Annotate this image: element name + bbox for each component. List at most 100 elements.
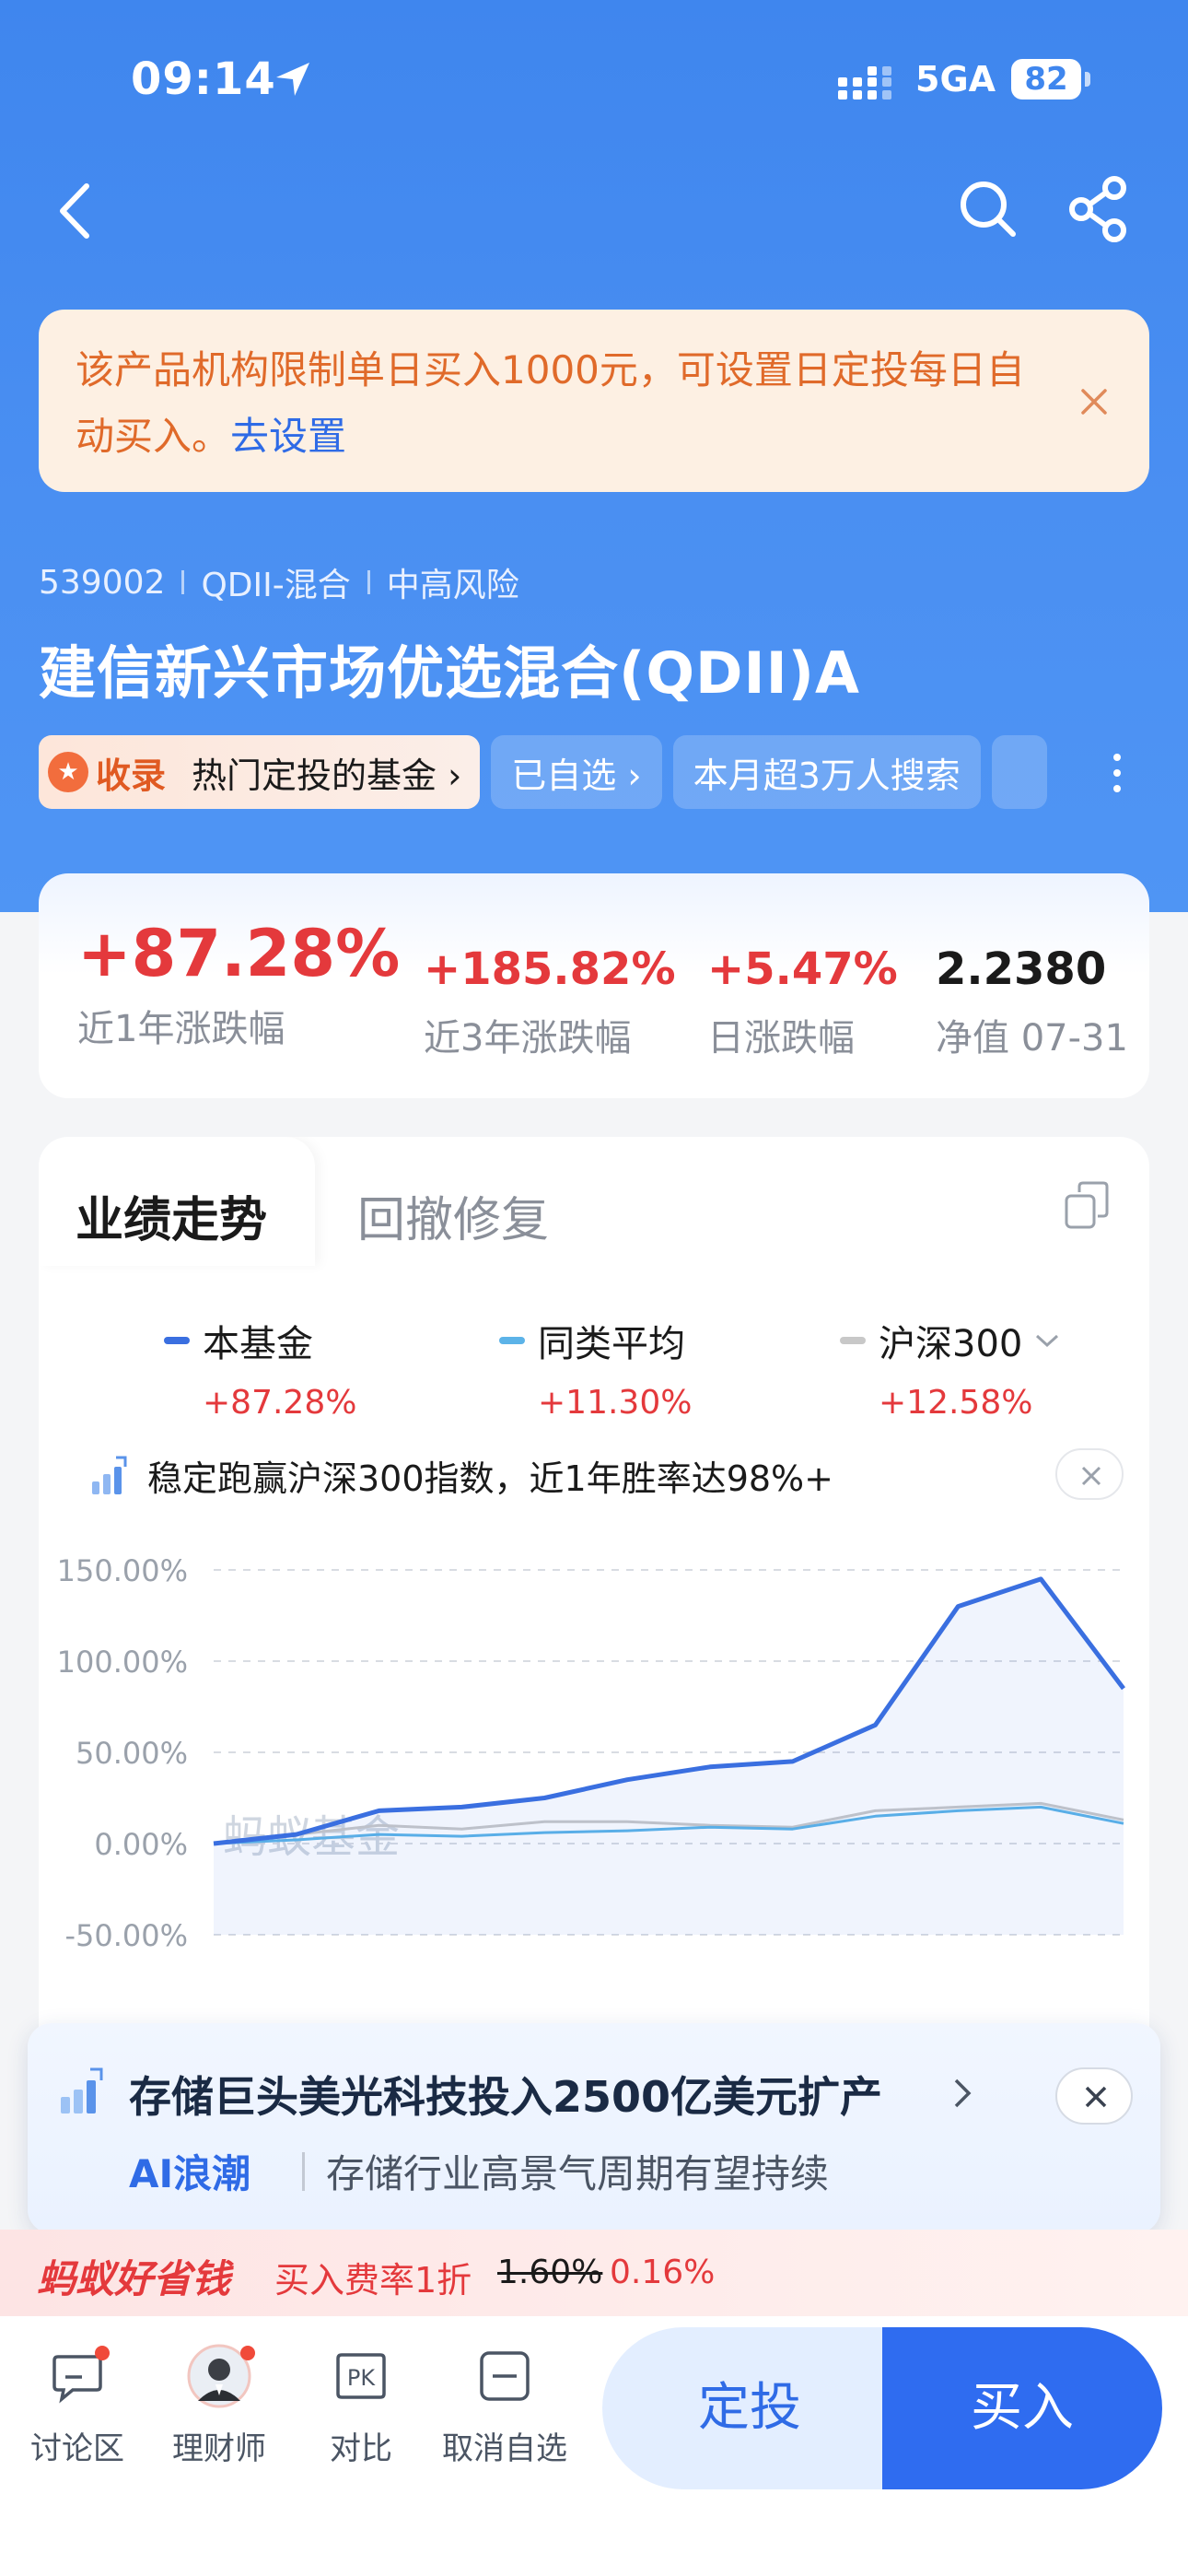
news-title[interactable]: 存储巨头美光科技投入2500亿美元扩产 xyxy=(129,2064,882,2125)
fund-meta: 539002 QDII-混合 中高风险 xyxy=(39,558,519,606)
star-icon: ★ xyxy=(48,752,88,792)
discussion-label: 讨论区 xyxy=(30,2430,124,2467)
notice-message: 该产品机构限制单日买入1000元，可设置日定投每日自动买入。 xyxy=(76,347,1025,459)
pk-icon: PK xyxy=(336,2353,386,2399)
rank-text: 热门定投的基金 › xyxy=(192,755,462,796)
legend-fund-name: 本基金 xyxy=(164,1314,356,1367)
advisor-label: 理财师 xyxy=(172,2430,266,2467)
rank-tag[interactable]: ★ 收录 热门定投的基金 › xyxy=(39,735,481,809)
compare-button[interactable]: PK 对比 xyxy=(287,2344,435,2468)
legend-benchmark-swatch xyxy=(840,1337,866,1344)
close-icon xyxy=(1085,2086,1107,2108)
sip-button[interactable]: 定投 xyxy=(602,2327,897,2489)
fund-category: QDII-混合 xyxy=(201,567,351,604)
notification-dot xyxy=(240,2346,255,2360)
remove-icon-wrap xyxy=(472,2344,537,2408)
legend-peer-name: 同类平均 xyxy=(499,1314,692,1367)
network-type: 5GA xyxy=(915,59,996,100)
promo-rate-text: 买入费率1折 xyxy=(274,2260,472,2301)
chevron-down-icon[interactable] xyxy=(1033,1330,1061,1351)
legend-fund-label: 本基金 xyxy=(203,1323,313,1365)
news-subtitle: 存储行业高景气周期有望持续 xyxy=(326,2151,830,2196)
tab-drawdown-recovery[interactable]: 回撤修复 xyxy=(357,1181,549,1250)
three-year-return-value: +185.82% xyxy=(424,943,676,995)
bottom-action-bar: 讨论区 理财师 PK 对比 取消自选 定投 买入 xyxy=(0,2316,1188,2576)
search-icon[interactable] xyxy=(958,179,1019,240)
y-tick-label: -50.00% xyxy=(64,1918,188,1953)
legend-benchmark-label: 沪深300 xyxy=(879,1323,1023,1365)
tag-overflow xyxy=(991,735,1047,809)
remove-watchlist-label: 取消自选 xyxy=(442,2430,567,2467)
avatar xyxy=(187,2344,255,2408)
performance-card: +87.28% 近1年涨跌幅 +185.82% 近3年涨跌幅 +5.47% 日涨… xyxy=(39,873,1149,1098)
advisor-button[interactable]: 理财师 xyxy=(146,2344,293,2468)
fund-tags: ★ 收录 热门定投的基金 › 已自选 › 本月超3万人搜索 xyxy=(39,735,1171,809)
fund-code: 539002 xyxy=(39,563,166,602)
fund-name: 建信新兴市场优选混合(QDII)A xyxy=(39,639,860,707)
legend-benchmark-name: 沪深300 xyxy=(840,1314,1061,1367)
divider xyxy=(181,570,185,594)
y-tick-label: 0.00% xyxy=(94,1827,188,1862)
buy-button[interactable]: 买入 xyxy=(882,2327,1162,2489)
promo-brand: 蚂蚁好省钱 xyxy=(37,2256,231,2301)
legend-fund-value: +87.28% xyxy=(203,1384,357,1422)
daily-change-value: +5.47% xyxy=(707,943,898,995)
news-popup[interactable]: 存储巨头美光科技投入2500亿美元扩产 AI浪潮 存储行业高景气周期有望持续 xyxy=(28,2023,1160,2233)
more-icon[interactable] xyxy=(1105,750,1129,796)
y-tick-label: 50.00% xyxy=(76,1736,188,1771)
fund-area-fill xyxy=(214,1578,1124,1935)
close-icon[interactable] xyxy=(1076,383,1112,420)
svg-text:PK: PK xyxy=(347,2365,376,2391)
three-year-return-label: 近3年涨跌幅 xyxy=(424,1017,632,1060)
purchase-limit-notice: 该产品机构限制单日买入1000元，可设置日定投每日自动买入。去设置 xyxy=(39,310,1149,492)
chart-tip: 稳定跑赢沪深300指数，近1年胜率达98%+ xyxy=(88,1450,833,1501)
battery-indicator: 82 xyxy=(1011,59,1081,100)
back-icon[interactable] xyxy=(52,179,98,243)
news-tag: AI浪潮 xyxy=(129,2151,251,2196)
net-value-label: 净值 07-31 xyxy=(936,1017,1128,1060)
legend-peer-label: 同类平均 xyxy=(538,1323,685,1365)
legend-peer-value: +11.30% xyxy=(538,1384,693,1422)
chat-icon-wrap xyxy=(45,2344,110,2408)
watchlist-tag[interactable]: 已自选 › xyxy=(491,735,662,809)
tab-performance-label[interactable]: 业绩走势 xyxy=(76,1181,267,1250)
legend-benchmark-value: +12.58% xyxy=(879,1384,1033,1422)
tip-close-button[interactable] xyxy=(1055,1448,1124,1500)
performance-line-chart[interactable]: 150.00%100.00%50.00%0.00%-50.00%蚂蚁基金 xyxy=(39,1524,1149,2058)
notice-settings-link[interactable]: 去设置 xyxy=(230,414,346,459)
y-tick-label: 100.00% xyxy=(57,1645,188,1680)
copy-icon[interactable] xyxy=(1063,1179,1112,1231)
compare-label: 对比 xyxy=(330,2430,392,2467)
three-year-return: +185.82% 近3年涨跌幅 xyxy=(424,943,676,1061)
performance-chart-card: 业绩走势 回撤修复 本基金 +87.28% 同类平均 +11.30% 沪深300… xyxy=(39,1137,1149,2058)
remove-watchlist-button[interactable]: 取消自选 xyxy=(431,2344,578,2468)
notification-dot xyxy=(95,2346,110,2360)
bar-chart-icon xyxy=(61,2067,103,2113)
legend-benchmark[interactable]: 沪深300 +12.58% xyxy=(840,1314,1061,1422)
discussion-button[interactable]: 讨论区 xyxy=(4,2344,151,2468)
fee-promo-bar[interactable]: 蚂蚁好省钱 买入费率1折 1.60% 0.16% xyxy=(0,2230,1188,2316)
news-close-button[interactable] xyxy=(1055,2067,1133,2125)
status-time: 09:14 xyxy=(131,53,276,105)
minus-square-icon xyxy=(480,2351,530,2401)
status-bar: 09:14 5GA 82 xyxy=(0,0,1188,157)
discounted-fee-rate: 0.16% xyxy=(610,2254,716,2291)
chevron-right-icon xyxy=(954,2078,972,2108)
legend-peer-average[interactable]: 同类平均 +11.30% xyxy=(499,1314,692,1422)
net-value: 2.2380 净值 07-31 xyxy=(936,943,1128,1061)
net-value-value: 2.2380 xyxy=(936,943,1107,995)
divider xyxy=(367,570,370,594)
search-popularity-tag[interactable]: 本月超3万人搜索 xyxy=(672,735,981,809)
divider xyxy=(302,2152,305,2191)
one-year-return: +87.28% xyxy=(77,916,401,991)
battery-tip xyxy=(1085,72,1090,87)
original-fee-rate: 1.60% xyxy=(497,2254,603,2291)
daily-change: +5.47% 日涨跌幅 xyxy=(707,943,898,1061)
legend-fund[interactable]: 本基金 +87.28% xyxy=(164,1314,356,1422)
legend-peer-swatch xyxy=(499,1337,525,1344)
legend-fund-swatch xyxy=(164,1337,190,1344)
chart-tip-text: 稳定跑赢沪深300指数，近1年胜率达98%+ xyxy=(147,1458,834,1499)
bar-chart-icon xyxy=(92,1456,127,1494)
fund-risk-level: 中高风险 xyxy=(386,567,519,604)
share-icon[interactable] xyxy=(1066,175,1131,243)
